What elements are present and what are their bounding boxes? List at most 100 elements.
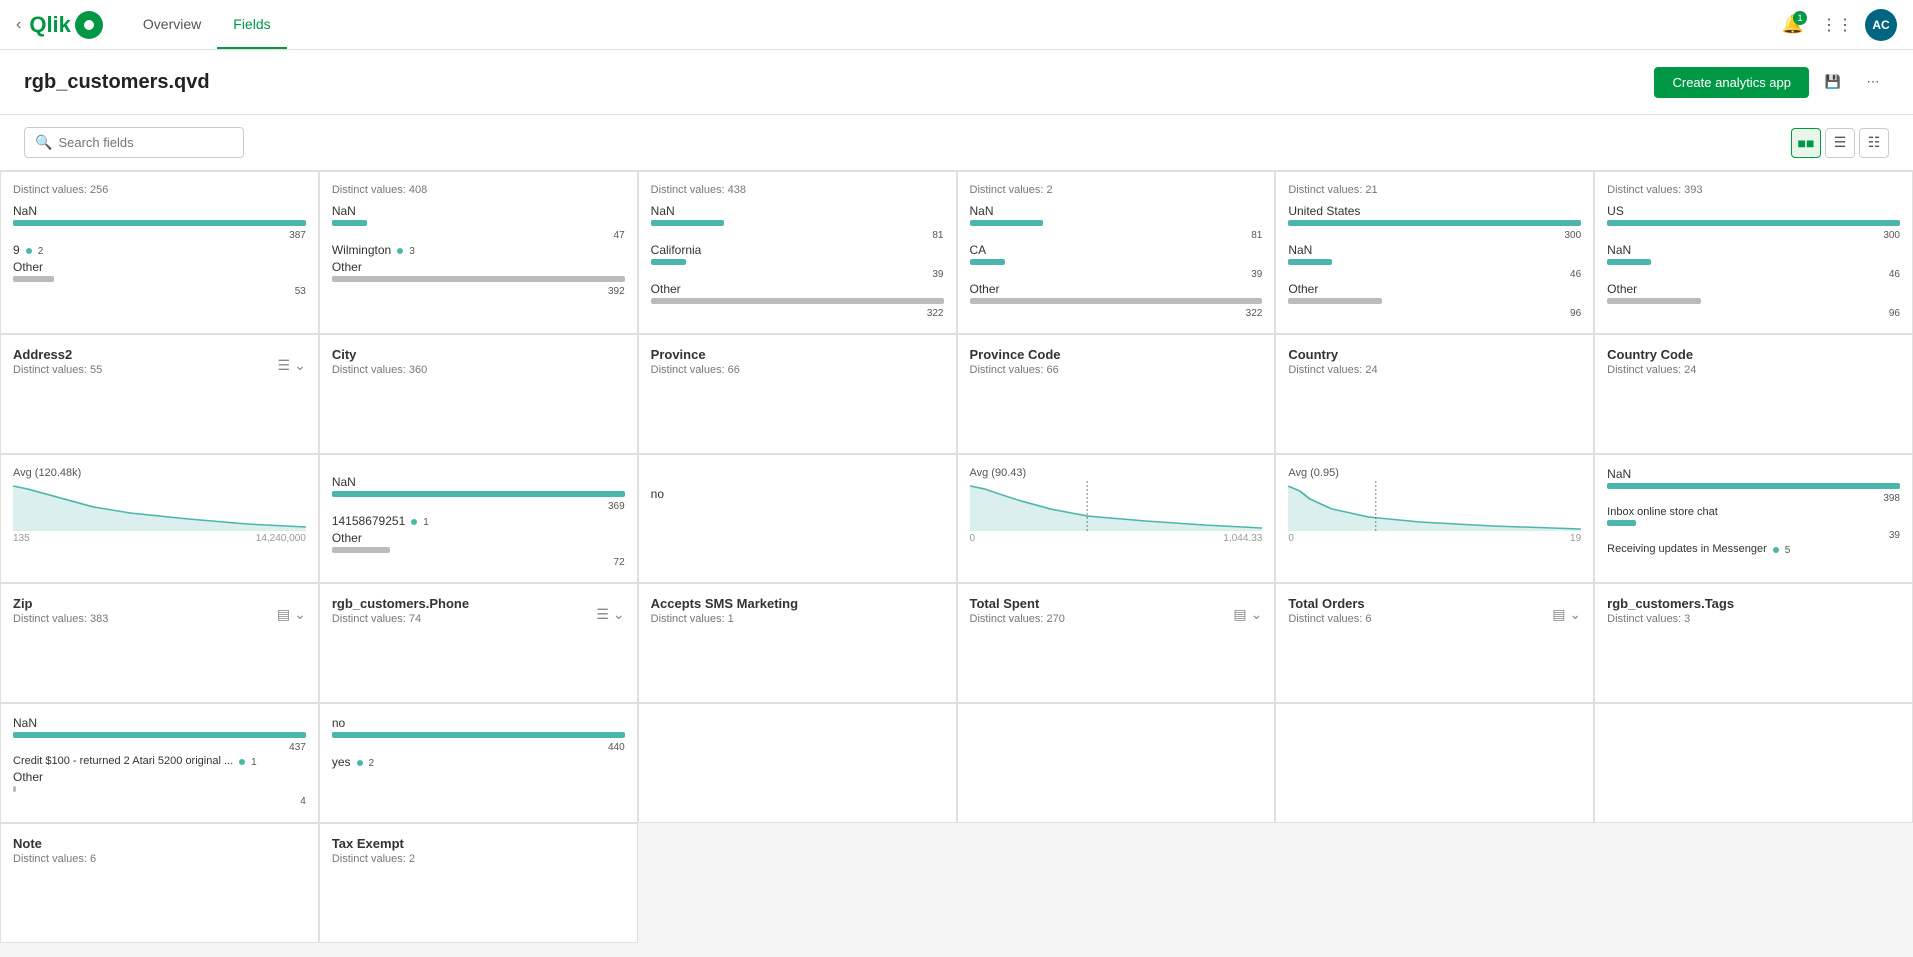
- field-name: Tax Exempt: [332, 836, 415, 851]
- field-card-zip: Zip Distinct values: 383 ▤ ⌄: [0, 583, 319, 703]
- field-card: Distinct values: 21 United States 300 Na…: [1275, 171, 1594, 334]
- field-distinct: Distinct values: 2: [332, 853, 415, 865]
- field-distinct: Distinct values: 438: [651, 184, 944, 196]
- field-actions[interactable]: ▤ ⌄: [277, 606, 306, 623]
- field-name: Total Spent: [970, 596, 1065, 611]
- field-card-province-code: Province Code Distinct values: 66: [957, 334, 1276, 454]
- field-card-empty: [957, 703, 1276, 823]
- chart-area: [1288, 481, 1581, 531]
- field-card-orders-chart: Avg (0.95) 0 19: [1275, 454, 1594, 583]
- field-card: Distinct values: 393 US 300 NaN 46 Other…: [1594, 171, 1913, 334]
- back-button[interactable]: ‹: [16, 16, 21, 34]
- field-card-empty: [1275, 703, 1594, 823]
- page-actions: Create analytics app 💾 ⋯: [1654, 66, 1889, 98]
- field-distinct: Distinct values: 66: [970, 364, 1061, 376]
- field-actions[interactable]: ☰ ⌄: [596, 606, 624, 623]
- field-name: Zip: [13, 596, 108, 611]
- field-card-province: Province Distinct values: 66: [638, 334, 957, 454]
- chevron-icon[interactable]: ⌄: [1569, 606, 1581, 623]
- chart-icon[interactable]: ▤: [1552, 606, 1565, 623]
- field-distinct: Distinct values: 24: [1288, 364, 1377, 376]
- chevron-icon[interactable]: ⌄: [1251, 606, 1263, 623]
- field-card-city: City Distinct values: 360: [319, 334, 638, 454]
- field-card-address2: Address2 Distinct values: 55 ☰ ⌄: [0, 334, 319, 454]
- field-card-country-code: Country Code Distinct values: 24: [1594, 334, 1913, 454]
- field-distinct: Distinct values: 2: [970, 184, 1263, 196]
- field-distinct: Distinct values: 408: [332, 184, 625, 196]
- more-options-icon[interactable]: ⋯: [1857, 66, 1889, 98]
- field-card: Distinct values: 438 NaN 81 California 3…: [638, 171, 957, 334]
- field-card-sms-marketing: Accepts SMS Marketing Distinct values: 1: [638, 583, 957, 703]
- field-distinct: Distinct values: 21: [1288, 184, 1581, 196]
- tab-overview[interactable]: Overview: [127, 0, 217, 49]
- chart-icon[interactable]: ▤: [1233, 606, 1246, 623]
- field-name: Province: [651, 347, 740, 362]
- chart-area: [970, 481, 1263, 531]
- field-distinct: Distinct values: 3: [1607, 613, 1734, 625]
- field-card: Distinct values: 2 NaN 81 CA 39 Other 32…: [957, 171, 1276, 334]
- avatar[interactable]: AC: [1865, 9, 1897, 41]
- field-distinct: Distinct values: 6: [1288, 613, 1371, 625]
- field-distinct: Distinct values: 74: [332, 613, 469, 625]
- search-input[interactable]: [58, 135, 233, 150]
- min-val: 0: [1288, 533, 1294, 544]
- field-value: NaN: [13, 204, 306, 218]
- notif-badge: 1: [1793, 11, 1807, 25]
- field-name: Note: [13, 836, 96, 851]
- field-name: Total Orders: [1288, 596, 1371, 611]
- field-card-tags-values: NaN 398 Inbox online store chat 39 Recei…: [1594, 454, 1913, 583]
- fields-container: Distinct values: 256 NaN 387 92 Other 53…: [0, 171, 1913, 957]
- avg-label: Avg (0.95): [1288, 467, 1581, 479]
- field-card-tags: rgb_customers.Tags Distinct values: 3: [1594, 583, 1913, 703]
- logo-text: Qlik: [29, 12, 71, 38]
- field-card-phone-values: NaN 369 141586792511 Other 72: [319, 454, 638, 583]
- field-card-tax-exempt: Tax Exempt Distinct values: 2: [319, 823, 638, 943]
- chevron-icon[interactable]: ⌄: [294, 606, 306, 623]
- sort-icon[interactable]: ☰: [278, 357, 291, 374]
- logo-icon: [75, 11, 103, 39]
- search-icon: 🔍: [35, 134, 52, 151]
- tab-fields[interactable]: Fields: [217, 0, 286, 49]
- grid-view-button[interactable]: ■■: [1791, 128, 1821, 158]
- logo: Qlik: [29, 11, 103, 39]
- list-view-button[interactable]: ☰: [1825, 128, 1855, 158]
- field-name: rgb_customers.Tags: [1607, 596, 1734, 611]
- field-distinct: Distinct values: 55: [13, 364, 102, 376]
- field-actions[interactable]: ▤ ⌄: [1233, 606, 1262, 623]
- save-icon[interactable]: 💾: [1817, 66, 1849, 98]
- max-val: 14,240,000: [256, 533, 306, 544]
- max-val: 19: [1570, 533, 1581, 544]
- chart-icon[interactable]: ▤: [277, 606, 290, 623]
- table-view-button[interactable]: ☷: [1859, 128, 1889, 158]
- sort-icon[interactable]: ☰: [596, 606, 609, 623]
- field-card-phone: rgb_customers.Phone Distinct values: 74 …: [319, 583, 638, 703]
- page-title: rgb_customers.qvd: [24, 71, 210, 94]
- field-distinct: Distinct values: 256: [13, 184, 306, 196]
- search-box[interactable]: 🔍: [24, 127, 244, 158]
- create-analytics-app-button[interactable]: Create analytics app: [1654, 67, 1809, 98]
- header-right: 🔔 1 ⋮⋮ AC: [1777, 9, 1897, 41]
- avg-label: Avg (90.43): [970, 467, 1263, 479]
- field-distinct: Distinct values: 393: [1607, 184, 1900, 196]
- logo-icon-inner: [84, 20, 94, 30]
- apps-grid-button[interactable]: ⋮⋮: [1821, 9, 1853, 41]
- field-name: Country: [1288, 347, 1377, 362]
- field-name: rgb_customers.Phone: [332, 596, 469, 611]
- field-name: Accepts SMS Marketing: [651, 596, 798, 611]
- field-name: Address2: [13, 347, 102, 362]
- field-card-tax-values: no 440 yes2: [319, 703, 638, 823]
- field-actions[interactable]: ▤ ⌄: [1552, 606, 1581, 623]
- notifications-button[interactable]: 🔔 1: [1777, 9, 1809, 41]
- field-name: Province Code: [970, 347, 1061, 362]
- field-card-note-values: NaN 437 Credit $100 - returned 2 Atari 5…: [0, 703, 319, 823]
- field-actions[interactable]: ☰ ⌄: [278, 357, 306, 374]
- field-card: Distinct values: 408 NaN 47 Wilmington3 …: [319, 171, 638, 334]
- field-card-empty: [638, 703, 957, 823]
- field-name: Country Code: [1607, 347, 1696, 362]
- nav-tabs: Overview Fields: [127, 0, 287, 49]
- field-card-country: Country Distinct values: 24: [1275, 334, 1594, 454]
- view-buttons: ■■ ☰ ☷: [1791, 128, 1889, 158]
- chevron-icon[interactable]: ⌄: [294, 357, 306, 374]
- field-card-empty: [1594, 703, 1913, 823]
- chevron-icon[interactable]: ⌄: [613, 606, 625, 623]
